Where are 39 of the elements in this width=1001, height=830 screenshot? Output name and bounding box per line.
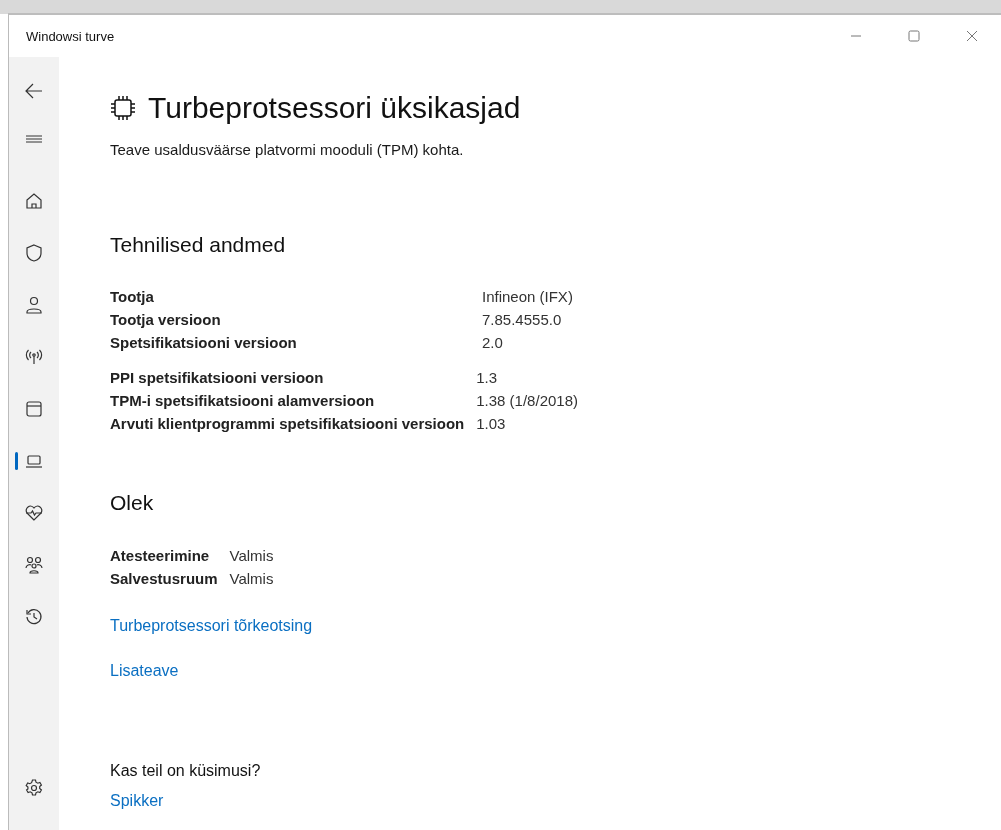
chip-icon (110, 95, 136, 121)
close-icon (966, 30, 978, 42)
window-title: Windowsi turve (26, 28, 115, 44)
status-value: Valmis (229, 569, 275, 589)
spec-value: 1.3 (476, 368, 499, 388)
window-icon (24, 399, 44, 419)
status-value: Valmis (229, 546, 275, 566)
heartbeat-icon (24, 503, 44, 523)
page-description: Teave usaldusväärse platvormi mooduli (TPM) kohta. (110, 141, 465, 158)
history-icon (24, 607, 44, 627)
help-heading: Kas teil on küsimusi? (110, 762, 262, 780)
settings-icon (24, 778, 44, 798)
spec-label: TPM-i spetsifikatsiooni alamversioon (110, 391, 376, 411)
shield-icon (24, 243, 44, 263)
spec-label: Tootja versioon (110, 310, 222, 330)
spec-value: 7.85.4555.0 (482, 310, 563, 330)
spec-label: Arvuti klientprogrammi spetsifikatsiooni versioon (110, 414, 465, 434)
spec-label: PPI spetsifikatsiooni versioon (110, 368, 325, 388)
person-icon (24, 295, 44, 315)
people-icon (24, 555, 44, 575)
home-icon (24, 191, 44, 211)
status-label: Atesteerimine (110, 546, 211, 566)
spec-value: 1.03 (476, 414, 507, 434)
page-title: Turbeprotsessori üksikasjad (148, 91, 521, 125)
spec-value: Infineon (IFX) (482, 287, 574, 307)
help-link[interactable]: Spikker (110, 792, 164, 810)
section-heading: Tehnilised andmed (110, 233, 287, 257)
maximize-icon (908, 30, 920, 42)
spec-value: 2.0 (482, 333, 504, 353)
section-heading: Olek (110, 491, 155, 515)
antenna-icon (24, 347, 44, 367)
spec-label: Tootja (110, 287, 155, 307)
link[interactable]: Turbeprotsessori tõrkeotsing (110, 617, 313, 635)
spec-label: Spetsifikatsiooni versioon (110, 333, 298, 353)
status-label: Salvestusruum (110, 569, 218, 589)
selection-indicator (15, 452, 18, 470)
spec-value: 1.38 (1/8/2018) (476, 391, 579, 411)
link[interactable]: Lisateave (110, 662, 179, 680)
back-arrow-icon (24, 81, 44, 101)
